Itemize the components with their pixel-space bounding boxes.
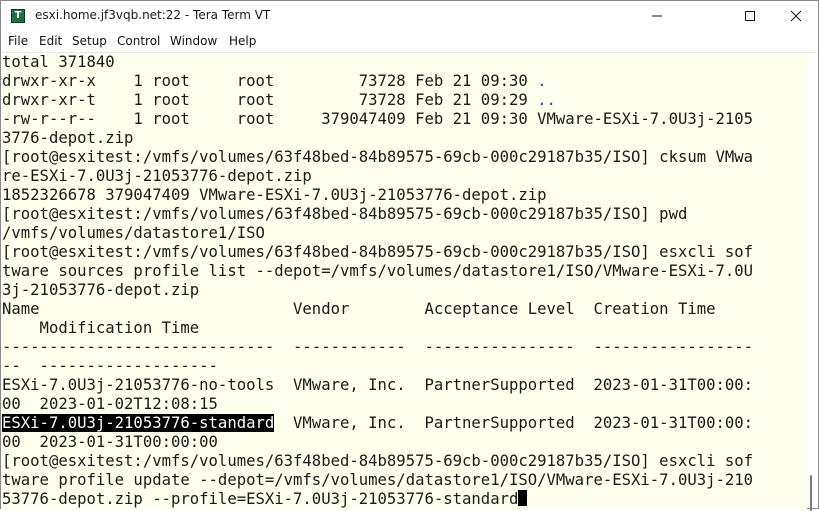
line-text: 1852326678 379047409 VMware-ESXi-7.0U3j-… xyxy=(2,186,547,204)
close-icon xyxy=(790,10,802,22)
terminal-line: drwxr-xr-t 1 root root 73728 Feb 21 09:2… xyxy=(2,91,753,110)
terminal-line: 00 2023-01-02T12:08:15 xyxy=(2,395,753,414)
line-text: 00 2023-01-02T12:08:15 xyxy=(2,395,218,413)
maximize-button[interactable] xyxy=(727,1,773,31)
terminal-line: ----------------------------- ----------… xyxy=(2,338,753,357)
maximize-icon xyxy=(745,11,755,21)
terminal-line: -- ------------------- xyxy=(2,357,753,376)
terminal-line: [root@esxitest:/vmfs/volumes/63f48bed-84… xyxy=(2,148,753,167)
window-title: esxi.home.jf3vqb.net:22 - Tera Term VT xyxy=(35,8,271,22)
terminal-screen[interactable]: total 371840 drwxr-xr-x 1 root root 73728… xyxy=(1,53,807,510)
terminal-line: ESXi-7.0U3j-21053776-standard VMware, In… xyxy=(2,414,753,433)
terminal-line: re-ESXi-7.0U3j-21053776-depot.zip xyxy=(2,167,753,186)
teraterm-icon[interactable]: T xyxy=(11,9,25,23)
scrollbar-thumb[interactable] xyxy=(810,475,812,511)
line-text: [root@esxitest:/vmfs/volumes/63f48bed-84… xyxy=(2,452,754,470)
terminal-line: [root@esxitest:/vmfs/volumes/63f48bed-84… xyxy=(2,243,753,262)
terminal-line: Modification Time xyxy=(2,319,753,338)
teraterm-window: T esxi.home.jf3vqb.net:22 - Tera Term VT… xyxy=(0,0,819,511)
line-text: -rw-r--r-- 1 root root 379047409 Feb 21 … xyxy=(2,110,754,128)
terminal-line: Name Vendor Acceptance Level Creation Ti… xyxy=(2,300,753,319)
line-text: drwxr-xr-t 1 root root 73728 Feb 21 09:2… xyxy=(2,91,538,109)
menu-edit[interactable]: Edit xyxy=(39,33,62,49)
menu-help[interactable]: Help xyxy=(229,33,256,49)
line-text: Name Vendor Acceptance Level Creation Ti… xyxy=(2,300,716,318)
terminal-line: drwxr-xr-x 1 root root 73728 Feb 21 09:3… xyxy=(2,72,753,91)
line-text: tware profile update --depot=/vmfs/volum… xyxy=(2,471,754,489)
line-text: ESXi-7.0U3j-21053776-no-tools VMware, In… xyxy=(2,376,754,394)
terminal-line: 00 2023-01-31T00:00:00 xyxy=(2,433,753,452)
menu-setup[interactable]: Setup xyxy=(72,33,107,49)
vertical-scrollbar[interactable] xyxy=(807,53,818,511)
menu-bar: File Edit Setup Control Window Help xyxy=(1,31,818,53)
line-text: re-ESXi-7.0U3j-21053776-depot.zip xyxy=(2,167,312,185)
line-text: Modification Time xyxy=(2,319,200,337)
line-text: 3776-depot.zip xyxy=(2,129,134,147)
line-text: drwxr-xr-x 1 root root 73728 Feb 21 09:3… xyxy=(2,72,538,90)
terminal-line: 3j-21053776-depot.zip xyxy=(2,281,753,300)
line-text: -- ------------------- xyxy=(2,357,218,375)
minimize-icon xyxy=(652,15,662,17)
terminal-line: total 371840 xyxy=(2,53,753,72)
terminal-line: [root@esxitest:/vmfs/volumes/63f48bed-84… xyxy=(2,452,753,471)
terminal-line: /vmfs/volumes/datastore1/ISO xyxy=(2,224,753,243)
line-text: VMware, Inc. PartnerSupported 2023-01-31… xyxy=(274,414,754,432)
line-text: total 371840 xyxy=(2,53,115,71)
terminal-output: total 371840 drwxr-xr-x 1 root root 73728… xyxy=(2,53,753,509)
menu-control[interactable]: Control xyxy=(117,33,160,49)
minimize-button[interactable] xyxy=(634,1,680,31)
terminal-line: -rw-r--r-- 1 root root 379047409 Feb 21 … xyxy=(2,110,753,129)
directory-entry: . xyxy=(537,72,547,90)
line-text: tware sources profile list --depot=/vmfs… xyxy=(2,262,754,280)
line-text: [root@esxitest:/vmfs/volumes/63f48bed-84… xyxy=(2,148,754,166)
terminal-line: 3776-depot.zip xyxy=(2,129,753,148)
title-bar[interactable]: T esxi.home.jf3vqb.net:22 - Tera Term VT xyxy=(1,1,818,31)
line-text: /vmfs/volumes/datastore1/ISO xyxy=(2,224,265,242)
text-cursor xyxy=(518,490,528,506)
line-text: 00 2023-01-31T00:00:00 xyxy=(2,433,218,451)
terminal-line: 1852326678 379047409 VMware-ESXi-7.0U3j-… xyxy=(2,186,753,205)
menu-file[interactable]: File xyxy=(8,33,28,49)
selected-text: ESXi-7.0U3j-21053776-standard xyxy=(2,414,275,432)
line-text: ----------------------------- ----------… xyxy=(2,338,754,356)
terminal-line: tware profile update --depot=/vmfs/volum… xyxy=(2,471,753,490)
line-text: 53776-depot.zip --profile=ESXi-7.0U3j-21… xyxy=(2,490,519,508)
terminal-line: 53776-depot.zip --profile=ESXi-7.0U3j-21… xyxy=(2,490,753,509)
line-text: [root@esxitest:/vmfs/volumes/63f48bed-84… xyxy=(2,205,688,223)
line-text: [root@esxitest:/vmfs/volumes/63f48bed-84… xyxy=(2,243,754,261)
directory-entry: .. xyxy=(537,91,556,109)
terminal-line: [root@esxitest:/vmfs/volumes/63f48bed-84… xyxy=(2,205,753,224)
menu-window[interactable]: Window xyxy=(170,33,217,49)
terminal-line: ESXi-7.0U3j-21053776-no-tools VMware, In… xyxy=(2,376,753,395)
close-button[interactable] xyxy=(773,1,819,31)
terminal-line: tware sources profile list --depot=/vmfs… xyxy=(2,262,753,281)
line-text: 3j-21053776-depot.zip xyxy=(2,281,200,299)
